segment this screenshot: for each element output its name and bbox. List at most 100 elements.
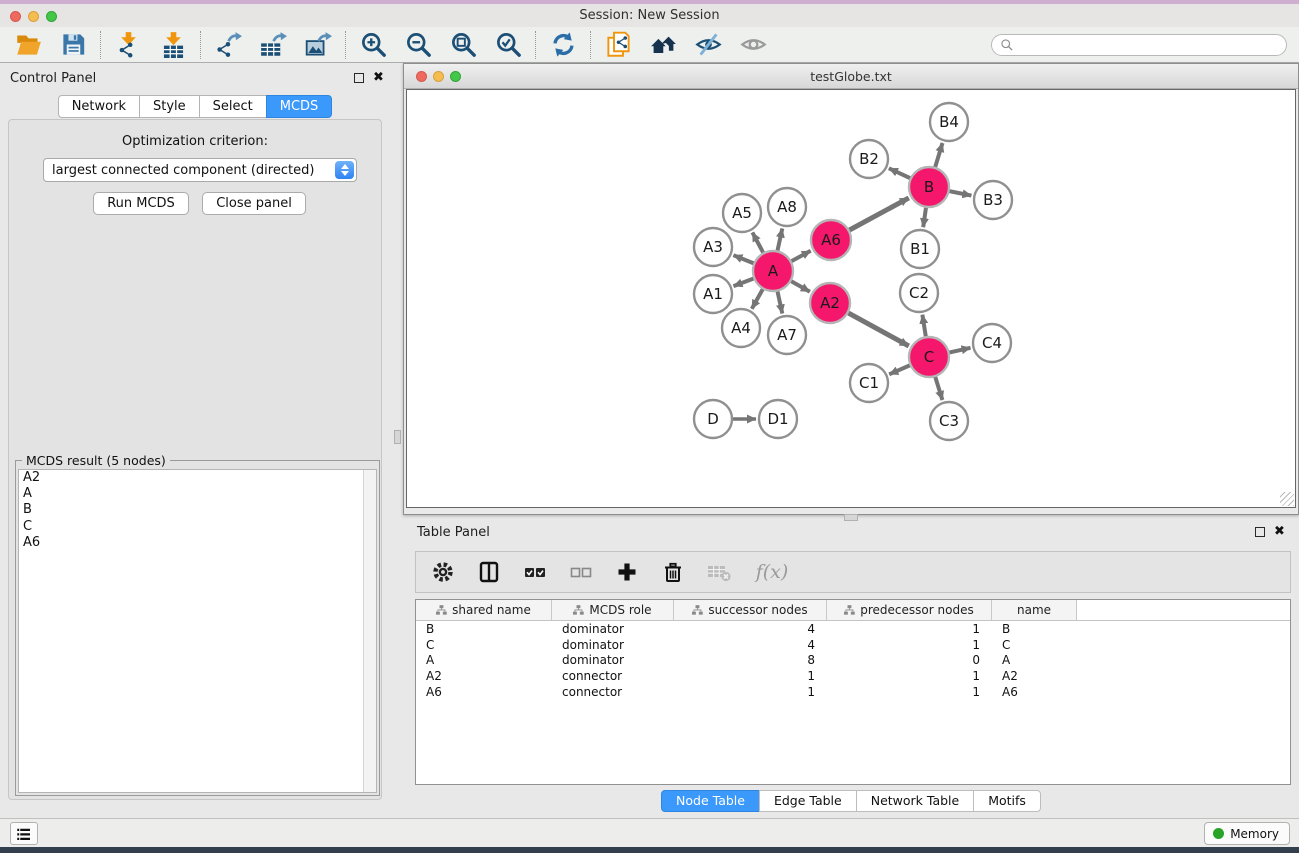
- node-A1[interactable]: A1: [694, 275, 732, 313]
- node-C3[interactable]: C3: [930, 402, 968, 440]
- deselect-all-button[interactable]: [566, 557, 596, 587]
- node-A7[interactable]: A7: [768, 316, 806, 354]
- column-header-successor-nodes[interactable]: successor nodes: [674, 600, 827, 620]
- zoom-selected-button[interactable]: [492, 30, 524, 60]
- import-table-button[interactable]: [157, 30, 189, 60]
- edge-A-A8[interactable]: [777, 229, 782, 252]
- criterion-select[interactable]: largest connected component (directed): [43, 158, 357, 182]
- network-maximize-button[interactable]: [450, 71, 461, 82]
- node-B3[interactable]: B3: [974, 181, 1012, 219]
- refresh-button[interactable]: [547, 30, 579, 60]
- edge-B-B3[interactable]: [949, 191, 972, 196]
- result-scrollbar[interactable]: [363, 470, 376, 792]
- edge-A-A4[interactable]: [752, 288, 763, 308]
- edge-A-A6[interactable]: [791, 251, 811, 262]
- node-B2[interactable]: B2: [850, 140, 888, 178]
- column-header-predecessor-nodes[interactable]: predecessor nodes: [827, 600, 992, 620]
- table-row[interactable]: A6connector11A6: [416, 684, 1290, 700]
- node-A5[interactable]: A5: [723, 194, 761, 232]
- edge-A6-B[interactable]: [849, 198, 909, 231]
- columns-button[interactable]: [474, 557, 504, 587]
- table-row[interactable]: Bdominator41B: [416, 621, 1290, 637]
- column-header-name[interactable]: name: [992, 600, 1077, 620]
- edge-B-B2[interactable]: [889, 168, 911, 178]
- edge-C-C4[interactable]: [949, 348, 971, 353]
- show-panel-eye-button[interactable]: [737, 30, 769, 60]
- horizontal-splitter-handle[interactable]: [844, 514, 858, 521]
- task-history-button[interactable]: [10, 822, 38, 845]
- export-table-button[interactable]: [257, 30, 289, 60]
- node-A3[interactable]: A3: [694, 228, 732, 266]
- zoom-fit-button[interactable]: [447, 30, 479, 60]
- edge-A-A1[interactable]: [734, 278, 755, 286]
- table-row[interactable]: Cdominator41C: [416, 637, 1290, 653]
- edge-B-B1[interactable]: [923, 207, 926, 227]
- float-table-panel-icon[interactable]: [1255, 527, 1265, 537]
- tab-network[interactable]: Network: [58, 95, 140, 118]
- result-item[interactable]: A: [19, 486, 376, 502]
- edge-A-A2[interactable]: [790, 281, 810, 292]
- select-all-button[interactable]: [520, 557, 550, 587]
- search-input[interactable]: [1019, 38, 1278, 52]
- node-A8[interactable]: A8: [768, 188, 806, 226]
- column-header-shared-name[interactable]: shared name: [416, 600, 552, 620]
- home-button[interactable]: [647, 30, 679, 60]
- hide-panel-eye-button[interactable]: [692, 30, 724, 60]
- edge-A-A3[interactable]: [733, 255, 754, 263]
- close-table-panel-icon[interactable]: ✖: [1274, 527, 1285, 537]
- node-C4[interactable]: C4: [973, 324, 1011, 362]
- close-panel-icon[interactable]: ✖: [373, 73, 384, 83]
- duplicate-network-button[interactable]: [602, 30, 634, 60]
- edge-A-A5[interactable]: [752, 232, 763, 253]
- memory-button[interactable]: Memory: [1204, 822, 1290, 845]
- close-panel-button[interactable]: Close panel: [202, 192, 306, 215]
- table-row[interactable]: A2connector11A2: [416, 668, 1290, 684]
- add-button[interactable]: [612, 557, 642, 587]
- zoom-in-button[interactable]: [357, 30, 389, 60]
- tab-node-table[interactable]: Node Table: [661, 790, 760, 812]
- node-A6[interactable]: A6: [811, 220, 851, 260]
- node-C[interactable]: C: [909, 337, 949, 377]
- export-image-button[interactable]: [302, 30, 334, 60]
- run-mcds-button[interactable]: Run MCDS: [93, 192, 189, 215]
- float-panel-icon[interactable]: [354, 73, 364, 83]
- tab-style[interactable]: Style: [139, 95, 200, 118]
- tab-mcds[interactable]: MCDS: [266, 95, 333, 118]
- maximize-window-button[interactable]: [46, 11, 57, 22]
- node-B[interactable]: B: [909, 167, 949, 207]
- gear-button[interactable]: [428, 557, 458, 587]
- node-D1[interactable]: D1: [759, 400, 797, 438]
- edge-C-C2[interactable]: [922, 315, 926, 338]
- tab-select[interactable]: Select: [199, 95, 267, 118]
- tab-network-table[interactable]: Network Table: [856, 790, 975, 812]
- zoom-out-button[interactable]: [402, 30, 434, 60]
- close-window-button[interactable]: [10, 11, 21, 22]
- node-C2[interactable]: C2: [900, 274, 938, 312]
- result-item[interactable]: A2: [19, 470, 376, 486]
- import-network-button[interactable]: [112, 30, 144, 60]
- resize-grip-icon[interactable]: [1280, 492, 1294, 506]
- node-B4[interactable]: B4: [930, 103, 968, 141]
- node-B1[interactable]: B1: [901, 230, 939, 268]
- column-header-MCDS-role[interactable]: MCDS role: [552, 600, 674, 620]
- tab-edge-table[interactable]: Edge Table: [759, 790, 857, 812]
- result-item[interactable]: A6: [19, 535, 376, 551]
- vertical-splitter-handle[interactable]: [394, 430, 401, 444]
- node-D[interactable]: D: [694, 400, 732, 438]
- edge-A2-C[interactable]: [848, 313, 909, 346]
- network-minimize-button[interactable]: [433, 71, 444, 82]
- search-field[interactable]: [991, 34, 1287, 56]
- network-close-button[interactable]: [416, 71, 427, 82]
- node-C1[interactable]: C1: [850, 364, 888, 402]
- edge-C-C3[interactable]: [935, 376, 942, 400]
- edge-B-B4[interactable]: [935, 143, 943, 168]
- network-canvas[interactable]: B4B2BB3A8A5A6B1A3AA1C2A2A4A7C4CC1C3DD1: [406, 89, 1296, 508]
- save-session-button[interactable]: [57, 30, 89, 60]
- result-item[interactable]: C: [19, 519, 376, 535]
- result-item[interactable]: B: [19, 502, 376, 518]
- open-session-button[interactable]: [12, 30, 44, 60]
- minimize-window-button[interactable]: [28, 11, 39, 22]
- node-A2[interactable]: A2: [810, 283, 850, 323]
- node-A[interactable]: A: [753, 251, 793, 291]
- tab-motifs[interactable]: Motifs: [973, 790, 1041, 812]
